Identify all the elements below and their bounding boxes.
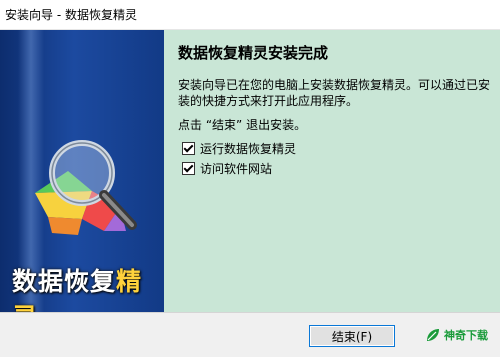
magnifier-pie-chart-icon — [35, 140, 137, 235]
visit-website-checkbox[interactable]: 访问软件网站 — [182, 160, 272, 177]
watermark-text: 神奇下载 — [444, 329, 488, 342]
exit-hint: 点击 “结束” 退出安装。 — [178, 118, 307, 132]
leaf-logo-icon — [427, 329, 439, 341]
title-bar: 安装向导 - 数据恢复精灵 — [0, 0, 500, 30]
sidebar-banner: 数据恢复精灵 — [0, 30, 164, 312]
button-bar: 结束(F) 神奇下载 — [0, 312, 500, 357]
window-title: 安装向导 - 数据恢复精灵 — [5, 8, 137, 22]
checkbox-checked-icon — [182, 162, 195, 175]
visit-website-label: 访问软件网站 — [200, 162, 273, 176]
brand-wordmark: 数据恢复精灵 — [12, 262, 164, 312]
completion-description: 安装向导已在您的电脑上安装数据恢复精灵。可以通过已安装的快捷方式来打开此应用程序… — [178, 78, 491, 108]
content-pane: 数据恢复精灵安装完成 安装向导已在您的电脑上安装数据恢复精灵。可以通过已安装的快… — [164, 30, 500, 312]
finish-button[interactable]: 结束(F) — [309, 325, 395, 347]
completion-heading: 数据恢复精灵安装完成 — [178, 44, 329, 62]
watermark: 神奇下载 — [425, 327, 488, 343]
brand-main-text: 数据恢复 — [12, 267, 117, 296]
checkbox-checked-icon — [182, 142, 195, 155]
run-app-label: 运行数据恢复精灵 — [200, 142, 297, 156]
run-app-checkbox[interactable]: 运行数据恢复精灵 — [182, 140, 296, 157]
